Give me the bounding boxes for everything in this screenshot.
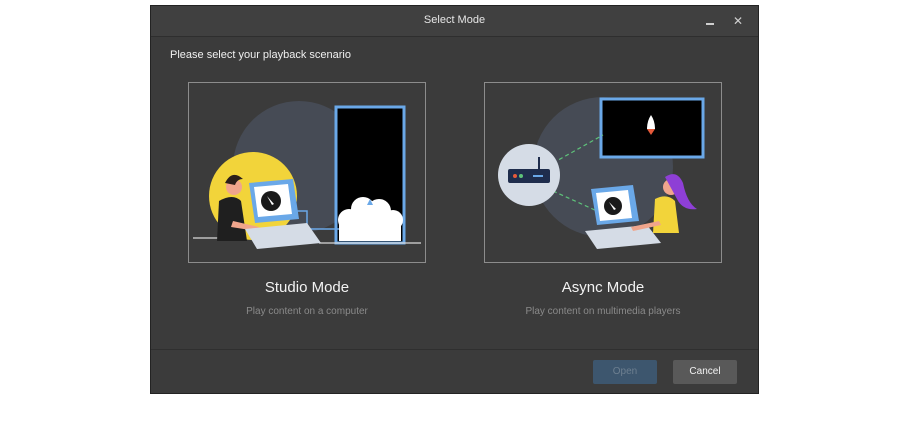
async-mode-title: Async Mode xyxy=(561,279,645,296)
footer-divider xyxy=(151,349,758,350)
minimize-button[interactable] xyxy=(701,12,719,30)
studio-mode-card[interactable]: Studio Mode Play content on a computer xyxy=(188,82,428,322)
close-icon: ✕ xyxy=(732,14,744,28)
close-button[interactable]: ✕ xyxy=(729,12,747,30)
studio-mode-description: Play content on a computer xyxy=(246,306,368,317)
async-mode-illustration xyxy=(484,82,722,263)
open-button[interactable]: Open xyxy=(593,360,657,384)
title-bar[interactable]: Select Mode ✕ xyxy=(151,6,758,37)
minimize-icon xyxy=(706,23,714,25)
select-mode-dialog: Select Mode ✕ Please select your playbac… xyxy=(150,5,759,394)
async-mode-description: Play content on multimedia players xyxy=(525,306,681,317)
studio-mode-illustration xyxy=(188,82,426,263)
studio-mode-title: Studio Mode xyxy=(264,279,350,296)
person-at-computer-illustration xyxy=(193,101,421,249)
cancel-button[interactable]: Cancel xyxy=(673,360,737,384)
dialog-title: Select Mode xyxy=(423,14,486,26)
async-mode-card[interactable]: Async Mode Play content on multimedia pl… xyxy=(484,82,724,322)
scenario-prompt: Please select your playback scenario xyxy=(170,49,351,61)
media-player-illustration xyxy=(498,97,705,249)
